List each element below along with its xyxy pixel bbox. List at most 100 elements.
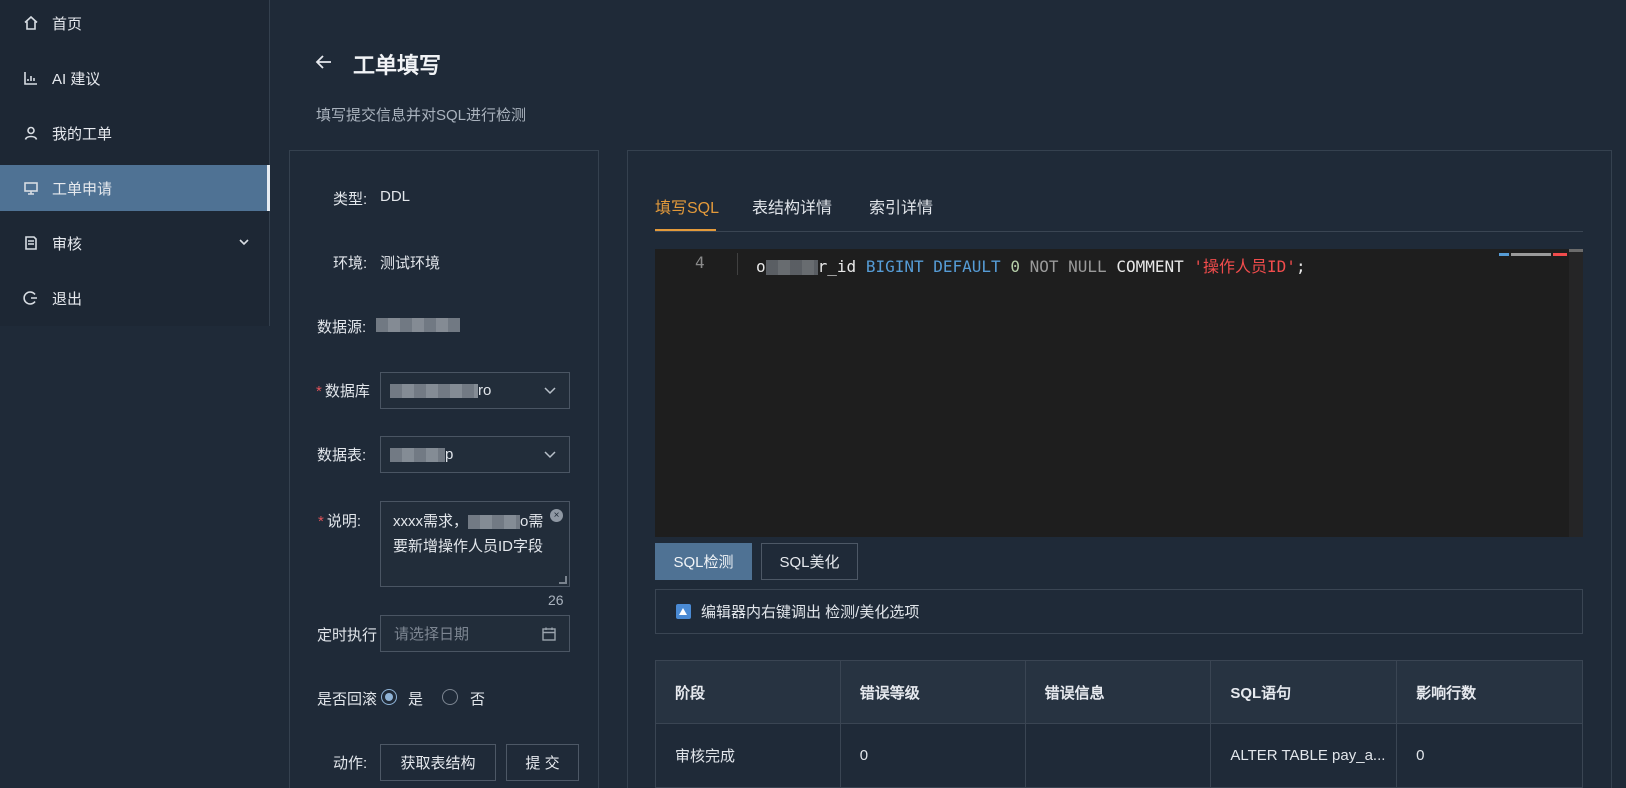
page-title: 工单填写 (353, 53, 442, 78)
masked-text (390, 447, 445, 462)
table-row: 审核完成 0 ALTER TABLE pay_a... 0 (655, 723, 1583, 788)
code-token: DEFAULT (933, 257, 1001, 276)
code-token: ; (1295, 257, 1306, 276)
code-token: '操作人员ID' (1193, 257, 1296, 276)
chevron-down-icon[interactable] (236, 234, 252, 254)
hint-text: 编辑器内右键调出 检测/美化选项 (701, 604, 920, 621)
resize-handle[interactable] (559, 576, 567, 584)
schedule-date-input[interactable]: 请选择日期 (380, 615, 570, 652)
masked-text (468, 515, 521, 530)
code-token: COMMENT (1116, 257, 1184, 276)
editor-scrollbar[interactable] (1569, 249, 1583, 537)
table-header-row: 阶段 错误等级 错误信息 SQL语句 影响行数 (655, 660, 1583, 724)
column-header: 阶段 (655, 660, 841, 724)
tab-write-sql[interactable]: 填写SQL (655, 194, 719, 218)
home-icon (22, 14, 40, 32)
clear-icon[interactable]: × (550, 509, 563, 522)
column-header: SQL语句 (1210, 660, 1398, 724)
code-token: o (756, 257, 766, 276)
sidebar-item-label: AI 建议 (52, 70, 101, 88)
rollback-no-label[interactable]: 否 (470, 688, 485, 709)
sql-tabs: 填写SQL 表结构详情 索引详情 (655, 190, 1583, 232)
table-cell: 审核完成 (655, 723, 841, 788)
calendar-icon (541, 626, 557, 642)
date-placeholder: 请选择日期 (394, 626, 470, 643)
column-header: 错误等级 (839, 660, 1026, 724)
rollback-yes-label[interactable]: 是 (408, 688, 423, 709)
active-tab-indicator (655, 229, 716, 231)
env-label: 环境: (333, 255, 368, 272)
sidebar-item-ai-suggestion[interactable]: AI 建议 (0, 55, 270, 101)
minimap-token (1511, 253, 1551, 256)
table-label: 数据表: (317, 447, 367, 464)
table-cell: 0 (1396, 723, 1583, 788)
page-subtitle: 填写提交信息并对SQL进行检测 (316, 107, 527, 124)
minimap-token (1499, 253, 1509, 256)
code-token: BIGINT (865, 257, 924, 276)
monitor-icon (22, 179, 40, 197)
sidebar-item-label: 工单申请 (52, 180, 113, 198)
chart-icon (22, 69, 40, 87)
check-result-table: 阶段 错误等级 错误信息 SQL语句 影响行数 审核完成 0 ALTER TAB… (655, 660, 1583, 788)
sql-check-button[interactable]: SQL检测 (655, 543, 752, 580)
editor-hint: 编辑器内右键调出 检测/美化选项 (655, 589, 1583, 634)
sidebar-item-ticket-apply[interactable]: 工单申请 (0, 165, 270, 211)
sql-beautify-button[interactable]: SQL美化 (761, 543, 858, 580)
get-schema-button[interactable]: 获取表结构 (380, 744, 496, 781)
sidebar-item-label: 我的工单 (52, 125, 113, 143)
database-label-row: * 数据库 (316, 380, 370, 401)
required-asterisk: * (318, 513, 324, 530)
desc-label-row: * 说明: (318, 510, 361, 531)
env-value: 测试环境 (380, 255, 441, 272)
rollback-no-radio[interactable] (442, 689, 458, 705)
table-cell: ALTER TABLE pay_a... (1210, 723, 1398, 788)
sidebar-item-logout[interactable]: 退出 (0, 275, 270, 321)
desc-value-prefix: xxxx需求， (393, 513, 469, 530)
sidebar-item-label: 首页 (52, 15, 83, 33)
table-select[interactable]: p (380, 436, 570, 473)
masked-text (765, 260, 818, 275)
sidebar-item-label: 审核 (52, 235, 83, 253)
masked-text (376, 318, 460, 333)
table-cell (1024, 723, 1212, 788)
user-icon (22, 124, 40, 142)
sidebar: 首页 AI 建议 我的工单 工单申请 审核 退出 (0, 0, 270, 326)
editor-minimap[interactable] (1499, 251, 1569, 259)
rollback-yes-radio[interactable] (381, 689, 397, 705)
char-counter: 26 (548, 592, 564, 608)
table-cell: 0 (839, 723, 1026, 788)
type-value: DDL (380, 188, 411, 205)
action-label: 动作: (333, 755, 368, 772)
database-value: ro (478, 382, 492, 399)
back-arrow-icon[interactable] (314, 52, 334, 72)
tab-index-details[interactable]: 索引详情 (869, 194, 933, 218)
code-line[interactable]: o r_id BIGINT DEFAULT 0 NOT NULL COMMENT … (756, 253, 1306, 277)
description-textarea[interactable]: xxxx需求， o需要新增操作人员ID字段 × (380, 501, 570, 587)
datasource-label: 数据源: (317, 319, 367, 336)
datasource-value (376, 316, 460, 333)
sidebar-item-my-tickets[interactable]: 我的工单 (0, 110, 270, 156)
document-icon (22, 234, 40, 252)
code-token: 0 (1010, 257, 1020, 276)
sidebar-item-review[interactable]: 审核 (0, 220, 270, 266)
sql-editor[interactable]: 4 o r_id BIGINT DEFAULT 0 NOT NULL COMMEN… (655, 249, 1583, 537)
database-select[interactable]: ro (380, 372, 570, 409)
sidebar-item-label: 退出 (52, 290, 83, 308)
submit-button[interactable]: 提 交 (506, 744, 579, 781)
editor-gutter-line (737, 253, 738, 275)
tab-table-structure[interactable]: 表结构详情 (752, 194, 832, 218)
chevron-down-icon (543, 447, 557, 461)
column-header: 影响行数 (1396, 660, 1583, 724)
masked-text (390, 383, 478, 398)
info-icon (676, 604, 691, 619)
column-header: 错误信息 (1024, 660, 1212, 724)
desc-label: 说明: (326, 513, 362, 530)
rollback-label: 是否回滚 (317, 691, 378, 708)
logout-icon (22, 289, 40, 307)
type-label: 类型: (333, 191, 368, 208)
required-asterisk: * (316, 383, 322, 400)
scrollbar-thumb[interactable] (1569, 249, 1583, 252)
chevron-down-icon (543, 383, 557, 397)
sidebar-item-home[interactable]: 首页 (0, 0, 270, 46)
minimap-token (1553, 253, 1567, 256)
